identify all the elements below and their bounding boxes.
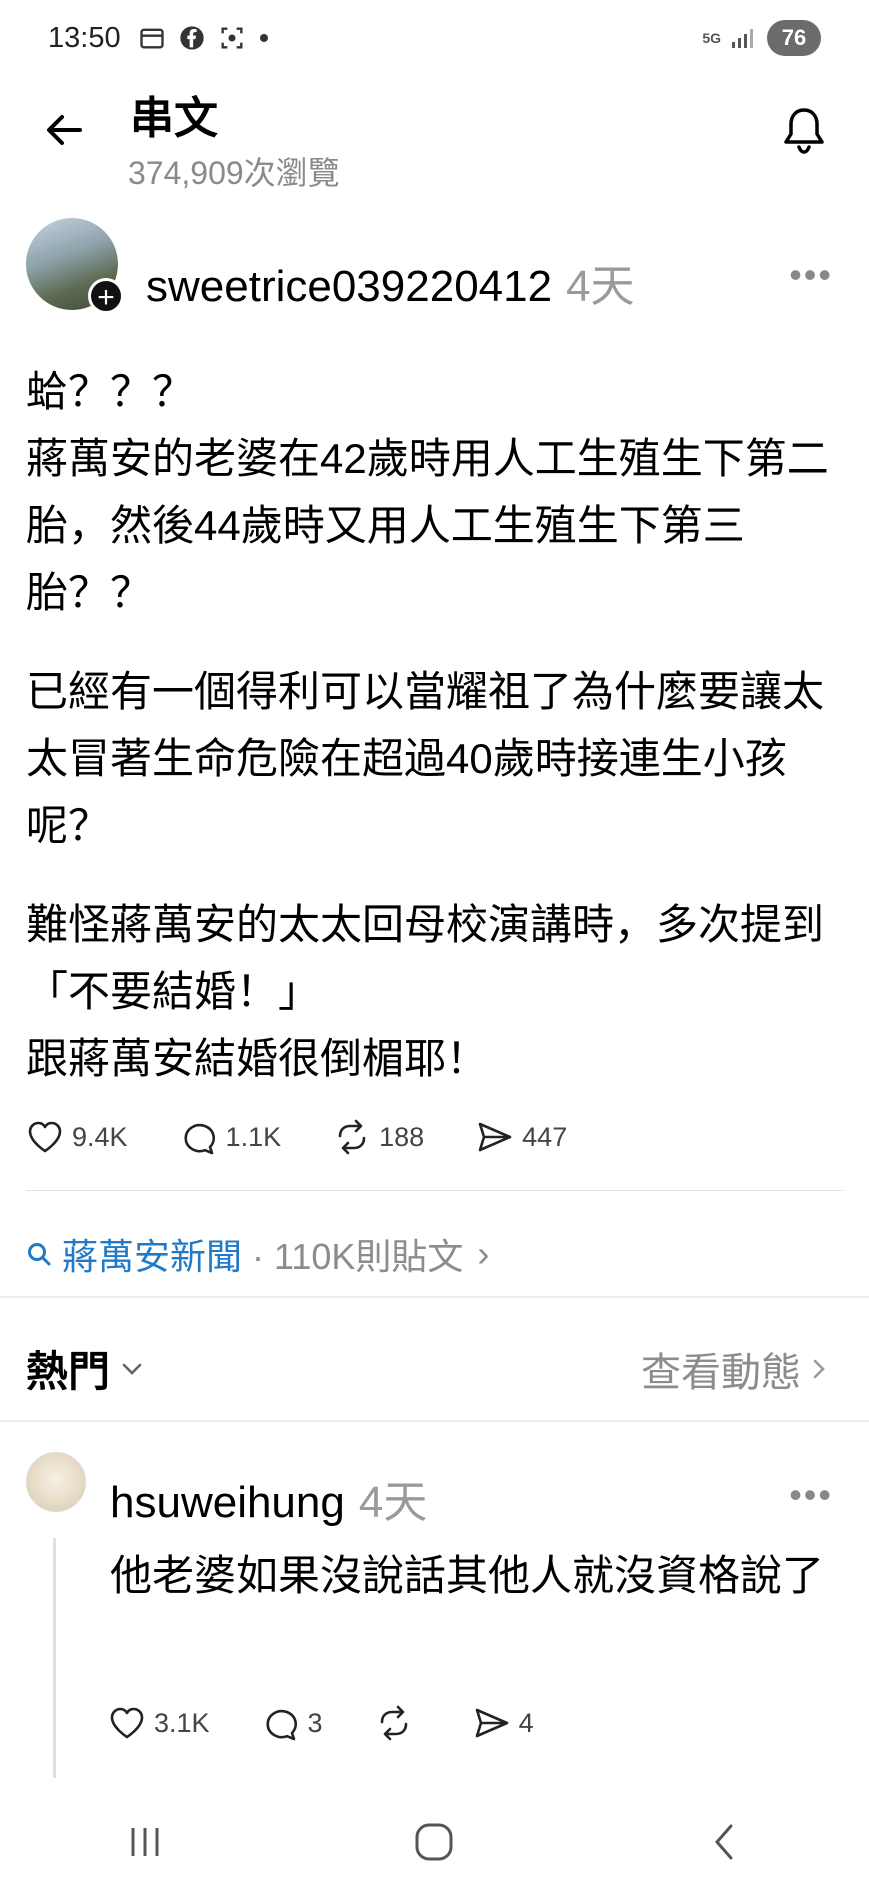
sort-label[interactable]: 熱門 xyxy=(26,1338,110,1399)
reply-like-count: 3.1K xyxy=(154,1707,210,1738)
post-paragraph: 蛤？？？ 蔣萬安的老婆在42歲時用人工生殖生下第二胎，然後44歲時又用人工生殖生… xyxy=(26,368,829,616)
facebook-icon xyxy=(180,26,204,50)
comment-icon xyxy=(265,1709,297,1741)
chevron-right-icon: › xyxy=(477,1233,490,1274)
page-title: 串文 xyxy=(130,94,218,143)
heart-icon xyxy=(28,1121,62,1153)
view-activity-link[interactable]: 查看動態 xyxy=(641,1340,829,1398)
topic-link[interactable]: 蔣萬安新聞 · 110K則貼文 › xyxy=(26,1228,489,1280)
recents-button[interactable] xyxy=(115,1820,175,1864)
section-divider xyxy=(0,1296,869,1298)
view-activity-label[interactable]: 查看動態 xyxy=(641,1340,801,1398)
view-count: 374,909次瀏覽 xyxy=(128,155,340,191)
topic-post-count: · 110K則貼文 xyxy=(252,1236,464,1277)
reply-share-count: 4 xyxy=(518,1707,534,1738)
share-button[interactable]: 447 xyxy=(476,1118,567,1156)
reply-avatar[interactable] xyxy=(26,1452,86,1512)
chevron-right-icon xyxy=(813,1359,825,1379)
reply-username[interactable]: hsuweihung xyxy=(110,1478,345,1527)
signal-icon xyxy=(732,29,753,48)
home-icon xyxy=(415,1823,453,1860)
post-actions: 9.4K 1.1K 188 447 xyxy=(26,1118,619,1156)
heart-icon xyxy=(110,1707,144,1739)
send-icon xyxy=(478,1122,512,1152)
post-author[interactable]: sweetrice039220412 4天 xyxy=(146,250,635,314)
bell-icon[interactable] xyxy=(779,104,829,158)
signal-indicators: 5G xyxy=(702,26,757,50)
calendar-icon xyxy=(140,28,164,49)
comment-icon xyxy=(183,1123,215,1155)
reply-time: 4天 xyxy=(358,1478,428,1527)
arrow-left-icon[interactable] xyxy=(40,106,88,154)
reply-author[interactable]: hsuweihung 4天 xyxy=(110,1466,427,1530)
follow-plus-button[interactable]: + xyxy=(88,278,124,314)
reply-share-button[interactable]: 4 xyxy=(473,1704,534,1742)
share-count: 447 xyxy=(522,1121,568,1152)
topic-keyword[interactable]: 蔣萬安新聞 xyxy=(62,1228,242,1280)
comment-button[interactable]: 1.1K xyxy=(180,1118,282,1156)
home-button[interactable] xyxy=(404,1820,464,1864)
post-more-icon[interactable]: ••• xyxy=(789,254,833,296)
status-notification-icons xyxy=(138,24,270,52)
repost-icon xyxy=(338,1119,366,1155)
chevron-left-icon xyxy=(715,1824,733,1859)
post-time: 4天 xyxy=(566,262,635,311)
reply-comment-button[interactable]: 3 xyxy=(262,1704,323,1742)
battery-indicator: 76 xyxy=(767,20,821,56)
back-button[interactable] xyxy=(694,1820,754,1864)
send-icon xyxy=(475,1708,508,1738)
search-icon xyxy=(28,1243,51,1266)
post-body: 蛤？？？ 蔣萬安的老婆在42歲時用人工生殖生下第二胎，然後44歲時又用人工生殖生… xyxy=(26,358,846,1124)
reply-repost-button[interactable] xyxy=(375,1704,421,1742)
thread-line xyxy=(53,1538,56,1778)
divider xyxy=(26,1190,843,1191)
repost-icon xyxy=(380,1705,407,1741)
system-nav-bar xyxy=(0,1800,869,1883)
status-time: 13:50 xyxy=(48,22,121,54)
reply-more-icon[interactable]: ••• xyxy=(789,1474,833,1516)
comment-count: 1.1K xyxy=(225,1121,282,1152)
reply-text: 他老婆如果沒說話其他人就沒資格說了 xyxy=(110,1552,825,1599)
reply-comment-count: 3 xyxy=(307,1707,323,1738)
repost-count: 188 xyxy=(379,1121,425,1152)
dot-icon xyxy=(260,34,268,42)
screenshot-icon xyxy=(221,27,243,49)
post-paragraph: 難怪蔣萬安的太太回母校演講時，多次提到「不要結婚！」 跟蔣萬安結婚很倒楣耶！ xyxy=(26,901,825,1082)
repost-button[interactable]: 188 xyxy=(333,1118,424,1156)
like-button[interactable]: 9.4K xyxy=(26,1118,128,1156)
sort-dropdown[interactable]: 熱門 xyxy=(26,1338,146,1399)
recents-icon xyxy=(131,1827,159,1856)
reply-actions: 3.1K 3 4 xyxy=(108,1704,586,1742)
network-label: 5G xyxy=(702,30,721,46)
chevron-down-icon xyxy=(122,1363,142,1375)
section-divider xyxy=(0,1420,869,1422)
reply-like-button[interactable]: 3.1K xyxy=(108,1704,210,1742)
post-paragraph: 已經有一個得利可以當耀祖了為什麼要讓太太冒著生命危險在超過40歲時接連生小孩呢？ xyxy=(26,668,825,849)
author-username[interactable]: sweetrice039220412 xyxy=(146,262,552,311)
like-count: 9.4K xyxy=(72,1121,128,1152)
